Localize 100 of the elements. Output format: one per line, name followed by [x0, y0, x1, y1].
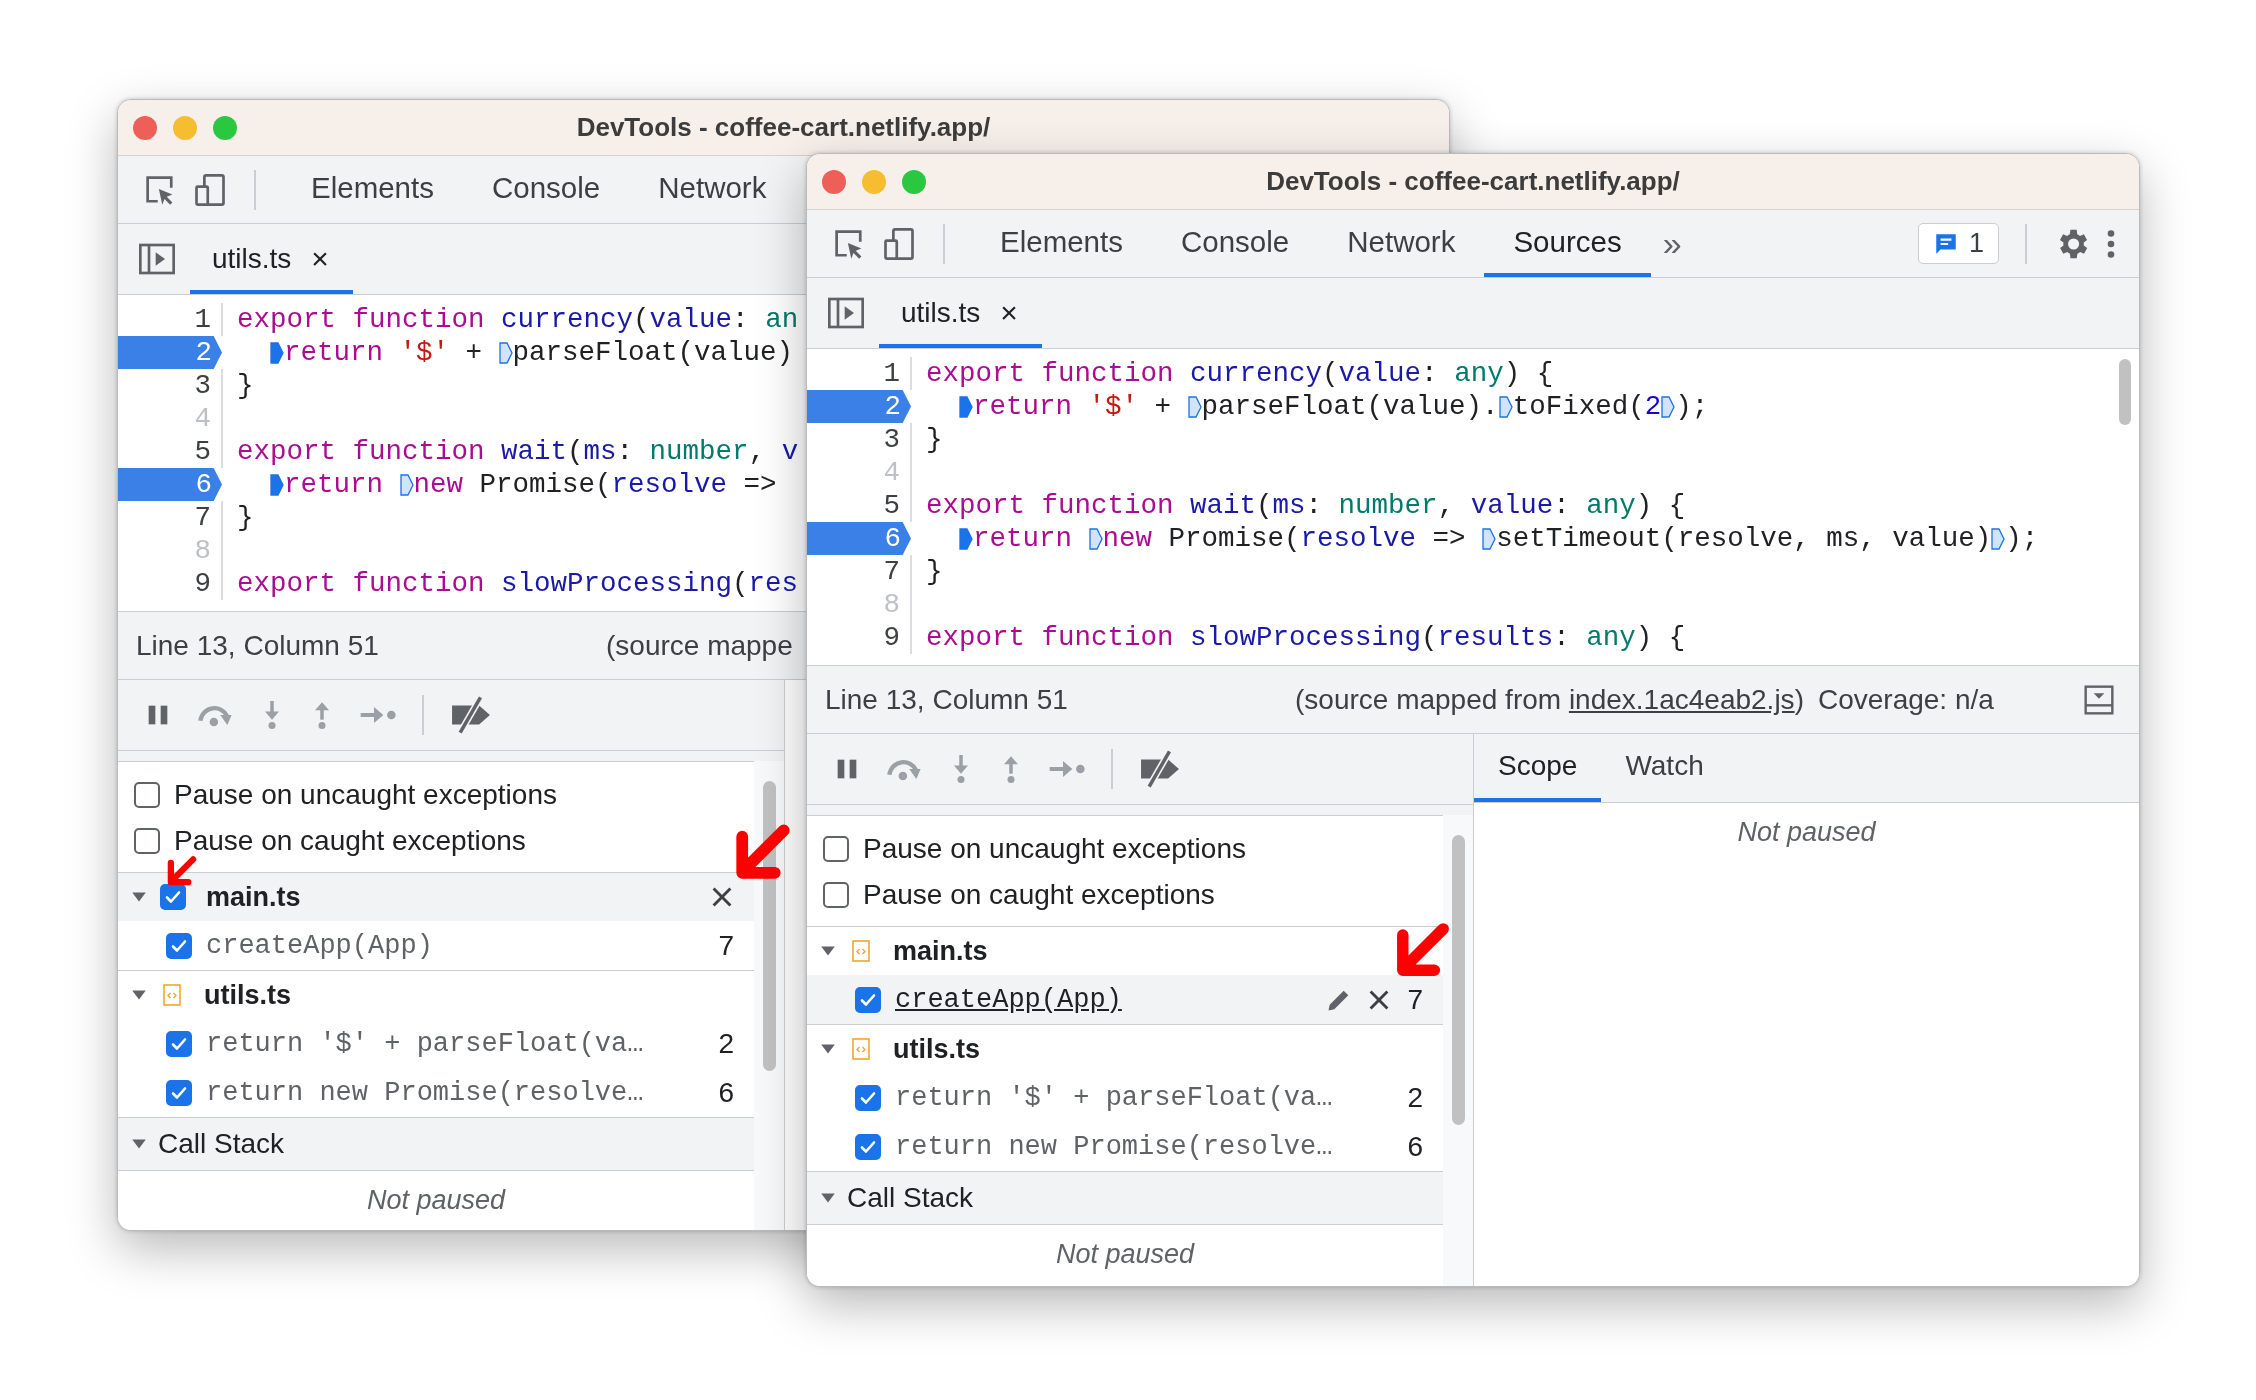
- checkbox[interactable]: [855, 1084, 881, 1111]
- breakpoint-code: return '$' + parseFloat(va…: [206, 1028, 645, 1059]
- scrollbar-thumb[interactable]: [2119, 359, 2131, 425]
- line-number[interactable]: 9: [807, 621, 911, 654]
- file-name: utils.ts: [204, 979, 292, 1011]
- close-tab-button[interactable]: ×: [1000, 296, 1018, 330]
- sidebar-tab[interactable]: Scope: [1474, 734, 1602, 802]
- breakpoint-marker-icon[interactable]: [270, 473, 284, 496]
- checkbox[interactable]: [134, 828, 160, 854]
- line-number[interactable]: 6: [807, 522, 911, 555]
- panel-tab[interactable]: Network: [629, 156, 796, 223]
- close-tab-button[interactable]: ×: [311, 242, 329, 276]
- file-tab[interactable]: utils.ts ×: [190, 224, 353, 294]
- sidebar-toggle-icon[interactable]: [827, 297, 865, 329]
- code-text: export function wait(ms: number, v: [237, 436, 799, 467]
- panel-tab[interactable]: Console: [1152, 210, 1319, 277]
- close-icon[interactable]: [710, 885, 734, 909]
- breakpoint-marker-icon[interactable]: [1187, 395, 1202, 418]
- scrollbar-thumb[interactable]: [763, 781, 776, 1071]
- code-text: export function wait(ms: number, value: any) {: [926, 490, 1686, 521]
- checkbox[interactable]: [823, 836, 849, 862]
- section-title: Call Stack: [847, 1182, 974, 1214]
- panel-tab[interactable]: Elements: [282, 156, 463, 223]
- code-text: }: [926, 424, 943, 455]
- checkbox[interactable]: [855, 986, 881, 1013]
- issues-button[interactable]: 1: [1917, 223, 1999, 264]
- window-title: DevTools - coffee-cart.netlify.app/: [576, 112, 991, 143]
- breakpoint-marker-icon[interactable]: [270, 341, 284, 364]
- breakpoint-file-row[interactable]: utils.ts: [118, 971, 754, 1019]
- breakpoint-marker-icon[interactable]: [399, 473, 414, 496]
- breakpoint-row[interactable]: return '$' + parseFloat(va… 2: [807, 1073, 1443, 1122]
- breakpoint-file-row[interactable]: utils.ts: [807, 1025, 1443, 1073]
- breakpoint-marker-icon[interactable]: [498, 341, 513, 364]
- checkbox[interactable]: [166, 1030, 192, 1057]
- window-title: DevTools - coffee-cart.netlify.app/: [1266, 166, 1680, 197]
- code-text: export function currency(value: any) {: [926, 358, 1554, 389]
- line-number-label: 2: [717, 1027, 734, 1060]
- file-icon: [160, 983, 184, 1007]
- call-stack-header[interactable]: Call Stack: [807, 1172, 1443, 1225]
- breakpoint-row[interactable]: createApp(App) 7: [807, 975, 1443, 1024]
- checkbox[interactable]: [166, 1079, 192, 1106]
- call-stack-header[interactable]: Call Stack: [118, 1118, 754, 1171]
- breakpoint-row[interactable]: createApp(App) 7: [118, 921, 754, 970]
- code-text: }: [237, 370, 254, 401]
- line-number-label: 7: [1406, 983, 1423, 1016]
- scrollbar-thumb[interactable]: [1452, 835, 1465, 1125]
- breakpoint-code: createApp(App): [206, 930, 434, 961]
- breakpoint-row[interactable]: return new Promise(resolve… 6: [807, 1122, 1443, 1171]
- breakpoint-marker-icon[interactable]: [1482, 527, 1497, 550]
- more-tabs-button[interactable]: »: [1650, 224, 1694, 263]
- panel-tab[interactable]: Network: [1318, 210, 1485, 277]
- line-number-label: 6: [1406, 1130, 1423, 1163]
- line-number[interactable]: 7: [118, 501, 222, 534]
- sidebar-toggle-icon[interactable]: [138, 243, 176, 275]
- breakpoint-marker-icon[interactable]: [1661, 395, 1676, 418]
- code-text: export function slowProcessing(res: [237, 568, 799, 599]
- checkbox[interactable]: [160, 884, 186, 910]
- line-number[interactable]: 7: [807, 555, 911, 588]
- device-toolbar-icon[interactable]: [192, 171, 228, 208]
- breakpoint-file-row[interactable]: main.ts: [807, 927, 1443, 975]
- line-number[interactable]: 3: [118, 369, 222, 402]
- breakpoint-row[interactable]: return '$' + parseFloat(va… 2: [118, 1019, 754, 1068]
- line-number-label: 7: [717, 929, 734, 962]
- file-name: utils.ts: [893, 1033, 981, 1065]
- line-number[interactable]: 2: [118, 336, 222, 369]
- drawer-toggle-icon[interactable]: [2083, 683, 2115, 716]
- device-toolbar-icon[interactable]: [881, 225, 917, 262]
- breakpoint-marker-icon[interactable]: [959, 395, 973, 418]
- cursor-position: Line 13, Column 51: [825, 683, 1069, 716]
- breakpoint-row[interactable]: return new Promise(resolve… 6: [118, 1068, 754, 1117]
- close-window-button[interactable]: [133, 116, 157, 140]
- breakpoint-marker-icon[interactable]: [1498, 395, 1513, 418]
- breakpoint-code: return new Promise(resolve…: [206, 1077, 645, 1108]
- breakpoint-marker-icon[interactable]: [959, 527, 973, 550]
- checkbox[interactable]: [823, 882, 849, 908]
- breakpoint-file-row[interactable]: main.ts: [118, 873, 754, 921]
- code-text: toFixed(2: [1512, 391, 1662, 422]
- code-text: new Promise(resolve =>: [413, 469, 777, 500]
- issues-count: 1: [1968, 228, 1984, 259]
- option-label: Pause on uncaught exceptions: [863, 833, 1246, 865]
- line-number[interactable]: 9: [118, 567, 222, 600]
- checkbox[interactable]: [134, 782, 160, 808]
- breakpoint-marker-icon[interactable]: [1088, 527, 1103, 550]
- breakpoint-marker-icon[interactable]: [1991, 527, 2006, 550]
- file-icon: [849, 1037, 873, 1061]
- file-tab[interactable]: utils.ts ×: [879, 278, 1042, 348]
- panel-tab[interactable]: Console: [463, 156, 630, 223]
- file-icon: [849, 939, 873, 963]
- annotation-arrow: [1394, 922, 1452, 978]
- sidebar-tab[interactable]: Watch: [1601, 734, 1728, 802]
- line-number[interactable]: 6: [118, 468, 222, 501]
- line-number[interactable]: 3: [807, 423, 911, 456]
- source-file-link[interactable]: index.1ac4eab2.js: [1568, 683, 1795, 715]
- panel-tab[interactable]: Elements: [971, 210, 1152, 277]
- checkbox[interactable]: [855, 1133, 881, 1160]
- checkbox[interactable]: [166, 932, 192, 959]
- line-number[interactable]: 2: [807, 390, 911, 423]
- close-window-button[interactable]: [822, 170, 846, 194]
- code-text: export function slowProcessing(results: any) {: [926, 622, 1686, 653]
- file-name: main.ts: [893, 935, 989, 967]
